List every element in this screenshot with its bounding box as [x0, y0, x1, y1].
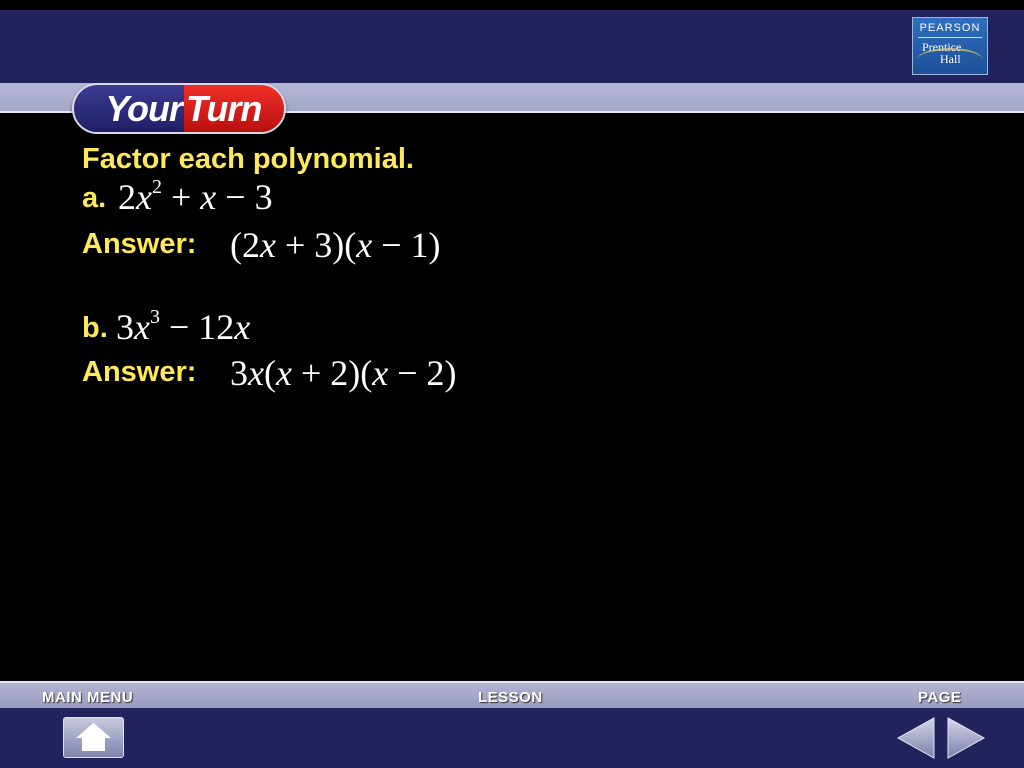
logo-swoosh [917, 48, 983, 72]
part-b-answer-label: Answer: [82, 356, 197, 388]
logo-rule [918, 37, 982, 38]
home-icon [76, 723, 111, 751]
your-turn-turn: Turn [184, 85, 284, 132]
footer-nav-band [0, 708, 1024, 768]
header-band [0, 10, 1024, 83]
main-menu-label[interactable]: MAIN MENU [42, 689, 133, 706]
problem-heading: Factor each polynomial. [82, 143, 414, 175]
part-b-label: b. [82, 312, 108, 344]
part-a-expression: 2x2 + x − 3 [118, 176, 273, 217]
logo-pearson-text: PEARSON [919, 22, 981, 34]
pearson-prentice-hall-logo: PEARSON Prentice Hall [912, 17, 988, 75]
your-turn-badge: Your Turn [72, 83, 286, 134]
top-strip [0, 0, 1024, 10]
arrow-left-icon[interactable] [896, 716, 936, 760]
part-b-expression: 3x3 − 12x [116, 306, 251, 347]
footer-nav-labels: MAIN MENU LESSON PAGE [0, 681, 1024, 708]
your-turn-your: Your [74, 85, 184, 132]
part-a-label: a. [82, 182, 107, 214]
part-b-answer: 3x(x + 2)(x − 2) [230, 353, 457, 393]
lesson-label[interactable]: LESSON [478, 689, 543, 706]
part-a-answer-label: Answer: [82, 228, 197, 260]
arrow-right-icon[interactable] [946, 716, 986, 760]
page-label: PAGE [918, 689, 962, 706]
home-button[interactable] [63, 717, 124, 758]
part-a-answer: (2x + 3)(x − 1) [230, 225, 441, 265]
